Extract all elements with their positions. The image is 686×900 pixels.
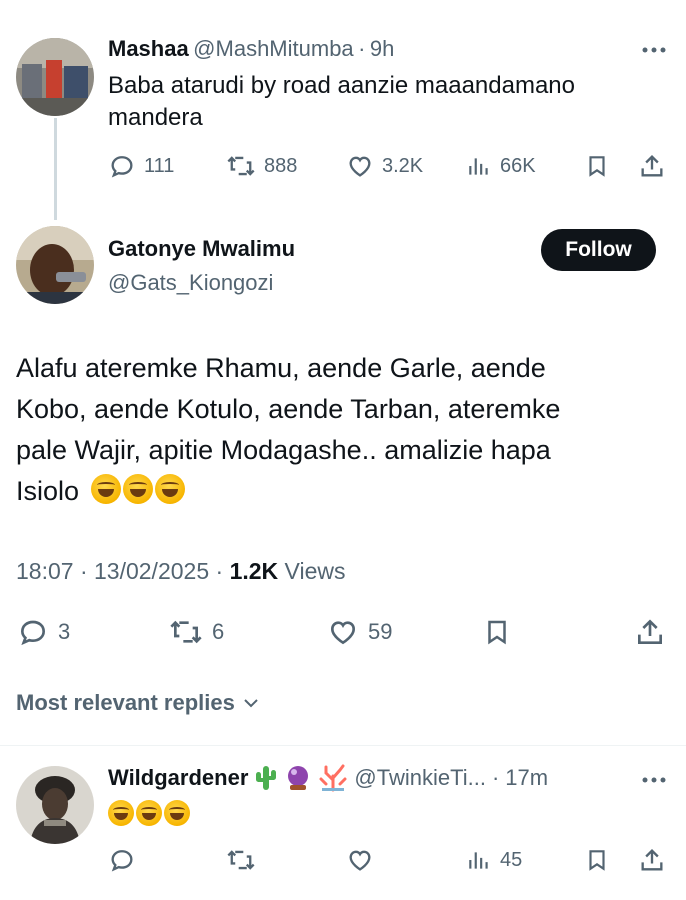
- tweet1-views-count: 66K: [500, 154, 536, 177]
- tweet1-header: Mashaa @MashMitumba · 9h: [108, 36, 394, 62]
- crystal-ball-emoji-icon: [288, 766, 309, 790]
- tweet3-bookmark-button[interactable]: [584, 846, 610, 874]
- tweet3-header: Wildgardener @TwinkieTi... · 17m: [108, 764, 548, 792]
- thread-connector: [54, 118, 57, 220]
- share-icon: [641, 155, 663, 177]
- tweet1-text-line: Baba atarudi by road aanzie maaandamano: [108, 72, 575, 99]
- more-icon[interactable]: [640, 770, 668, 795]
- avatar-mashaa[interactable]: [16, 38, 94, 116]
- tweet2-retweet-count: 6: [212, 619, 225, 644]
- tweet3-retweet-button[interactable]: [226, 846, 256, 874]
- tweet1-author-handle[interactable]: @MashMitumba: [193, 36, 354, 61]
- heart-icon: [330, 621, 356, 645]
- tweet2-text: Alafu ateremke Rhamu, aende Garle, aende…: [16, 348, 676, 512]
- cactus-emoji-icon: [256, 766, 277, 790]
- tweet1-text-line: mandera: [108, 104, 203, 131]
- heart-icon: [349, 850, 371, 871]
- tweet2-like-button[interactable]: 59: [326, 616, 392, 648]
- tweet1-reply-button[interactable]: 111: [108, 152, 174, 180]
- tweet2-reply-count: 3: [58, 619, 71, 644]
- tweet2-text-line: Isiolo: [16, 476, 80, 506]
- tweet1-share-button[interactable]: [638, 152, 666, 180]
- rolling-laughing-emoji: [154, 474, 185, 504]
- rolling-laughing-emoji: [108, 800, 134, 826]
- tweet1-like-button[interactable]: 3.2K: [346, 152, 423, 180]
- tweet3-separator: ·: [491, 765, 500, 790]
- tweet3-reply-button[interactable]: [108, 846, 136, 874]
- reply-icon: [111, 156, 133, 178]
- rolling-laughing-emoji: [122, 474, 153, 504]
- tweet3-views-button[interactable]: 45: [466, 846, 522, 874]
- tweet3-like-button[interactable]: [346, 846, 374, 874]
- tweet2-text-line: pale Wajir, apitie Modagashe.. amalizie …: [16, 435, 551, 465]
- tweet3-author-name[interactable]: Wildgardener: [108, 765, 248, 791]
- tweet3-views-count: 45: [500, 848, 523, 871]
- reply-icon: [111, 850, 133, 872]
- views-icon: [469, 158, 488, 175]
- tweet1-retweet-count: 888: [264, 154, 298, 177]
- bookmark-icon: [589, 850, 605, 871]
- tweet1-separator: ·: [358, 36, 366, 61]
- tweet1-text: Baba atarudi by road aanzie maaandamano …: [108, 70, 668, 134]
- tweet3-share-button[interactable]: [638, 846, 666, 874]
- tweet2-reply-button[interactable]: 3: [16, 616, 70, 648]
- tweet1-bookmark-button[interactable]: [584, 152, 610, 180]
- tweet2-retweet-button[interactable]: 6: [168, 616, 224, 648]
- retweet-icon: [227, 156, 255, 176]
- tweet2-share-button[interactable]: [634, 616, 666, 648]
- share-icon: [641, 849, 663, 871]
- share-icon: [638, 619, 662, 644]
- tweet2-text-line: Kobo, aende Kotulo, aende Tarban, aterem…: [16, 394, 561, 424]
- avatar-wildgardener[interactable]: [16, 766, 94, 844]
- bookmark-icon: [589, 156, 605, 177]
- tweet3-text: [108, 800, 192, 827]
- tweet2-author-handle[interactable]: @Gats_Kiongozi: [108, 270, 273, 296]
- rolling-laughing-emoji: [90, 474, 121, 504]
- more-icon[interactable]: [640, 40, 668, 65]
- tweet1-like-count: 3.2K: [382, 154, 424, 177]
- replies-sort-dropdown[interactable]: Most relevant replies: [16, 690, 261, 716]
- coral-emoji-icon: [319, 764, 347, 792]
- tweet3-author-handle[interactable]: @TwinkieTi...: [354, 765, 486, 791]
- tweet2-bookmark-button[interactable]: [482, 616, 512, 648]
- tweet1-reply-count: 111: [144, 154, 175, 177]
- tweet2-like-count: 59: [368, 619, 393, 644]
- tweet2-text-line: Alafu ateremke Rhamu, aende Garle, aende: [16, 353, 546, 383]
- tweet3-time[interactable]: 17m: [505, 765, 548, 791]
- section-divider: [0, 745, 686, 746]
- heart-icon: [349, 156, 371, 177]
- rolling-laughing-emoji: [164, 800, 190, 826]
- tweet2-views-label: Views: [284, 558, 346, 584]
- tweet1-retweet-button[interactable]: 888: [226, 152, 297, 180]
- retweet-icon: [170, 620, 202, 644]
- avatar-gatonye[interactable]: [16, 226, 94, 304]
- tweet2-view-count: 1.2K: [229, 558, 279, 584]
- tweet2-timestamp[interactable]: 18:07 · 13/02/2025 ·: [16, 558, 223, 584]
- bookmark-icon: [488, 620, 506, 645]
- retweet-icon: [227, 850, 255, 870]
- tweet1-author-name[interactable]: Mashaa: [108, 36, 189, 61]
- tweet1-time[interactable]: 9h: [370, 36, 394, 61]
- tweet2-text-line-last: Isiolo: [16, 471, 676, 512]
- follow-button[interactable]: Follow: [541, 229, 656, 271]
- tweet2-author-name[interactable]: Gatonye Mwalimu: [108, 236, 295, 262]
- views-icon: [469, 852, 488, 869]
- tweet2-meta: 18:07 · 13/02/2025 · 1.2K Views: [16, 558, 345, 585]
- tweet1-views-button[interactable]: 66K: [466, 152, 536, 180]
- reply-icon: [20, 620, 46, 646]
- rolling-laughing-emoji: [136, 800, 162, 826]
- chevron-down-icon: [244, 699, 258, 708]
- replies-sort-label: Most relevant replies: [16, 690, 235, 715]
